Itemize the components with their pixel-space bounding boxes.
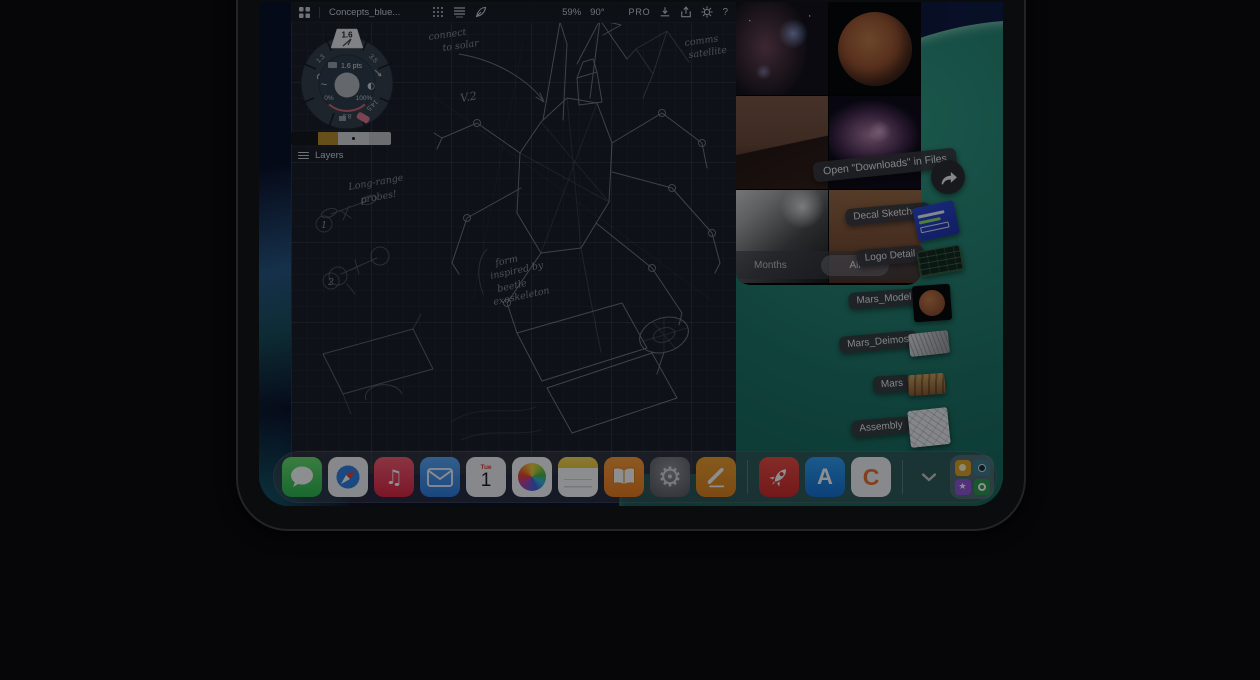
music-app-icon[interactable]: ♫ xyxy=(374,457,414,497)
drag-thumb-mars-deimos[interactable] xyxy=(908,330,950,357)
drag-thumb-mars-model[interactable] xyxy=(912,284,952,323)
open-book-icon xyxy=(612,467,636,487)
photos-flower-icon xyxy=(518,463,546,491)
dock-divider xyxy=(902,460,903,494)
drag-label[interactable]: Mars xyxy=(872,374,911,394)
app-store-icon[interactable]: A xyxy=(805,457,845,497)
drag-label[interactable]: Mars_Model xyxy=(848,288,920,310)
gear-icon: ⚙ xyxy=(658,464,682,491)
mini-camera-icon xyxy=(974,460,990,476)
envelope-icon xyxy=(427,468,453,487)
dock-divider xyxy=(747,460,748,494)
sketch-app-icon[interactable] xyxy=(696,457,736,497)
drag-label[interactable]: Logo Detail xyxy=(856,245,924,268)
music-note-icon: ♫ xyxy=(385,465,403,489)
dock: ♫ Tue 1 xyxy=(273,451,997,503)
c-letter: C xyxy=(863,464,880,491)
drag-label[interactable]: Assembly xyxy=(851,416,912,438)
calendar-app-icon[interactable]: Tue 1 xyxy=(466,457,506,497)
speech-bubble-icon xyxy=(289,465,315,489)
rocket-icon xyxy=(765,463,793,491)
compass-icon xyxy=(332,461,364,493)
stage: connect to solar comms satellite V.2 Lon… xyxy=(0,0,1260,680)
share-arrow-icon xyxy=(938,168,958,186)
chevron-down-icon xyxy=(920,472,938,482)
drag-label[interactable]: Mars_Deimos xyxy=(839,330,918,354)
calendar-day: 1 xyxy=(481,471,492,490)
notes-app-icon[interactable] xyxy=(558,457,598,497)
settings-app-icon[interactable]: ⚙ xyxy=(650,457,690,497)
ipad-screen: connect to solar comms satellite V.2 Lon… xyxy=(259,2,1003,506)
ipad-device: connect to solar comms satellite V.2 Lon… xyxy=(236,0,1026,531)
rocket-app-icon[interactable] xyxy=(759,457,799,497)
c-app-icon[interactable]: C xyxy=(851,457,891,497)
messages-app-icon[interactable] xyxy=(282,457,322,497)
notes-lines xyxy=(564,473,592,491)
pen-icon xyxy=(703,464,729,490)
mini-clock-icon xyxy=(974,479,990,495)
share-button[interactable] xyxy=(931,160,965,194)
safari-app-icon[interactable] xyxy=(328,457,368,497)
drag-thumb-logo-detail[interactable] xyxy=(916,244,964,277)
photos-app-icon[interactable] xyxy=(512,457,552,497)
chevron-down-button[interactable] xyxy=(914,457,944,497)
appstore-letter: A xyxy=(817,464,833,490)
mail-app-icon[interactable] xyxy=(420,457,460,497)
app-library-icon[interactable]: ★ xyxy=(950,455,994,499)
drag-thumb-decal-sketches[interactable] xyxy=(912,200,960,242)
drag-and-drop-layer: Open "Downloads" in Files Decal Sketches… xyxy=(259,2,1003,506)
notes-yellow-band xyxy=(558,457,598,468)
mini-star-icon: ★ xyxy=(955,479,971,495)
drag-thumb-assembly[interactable] xyxy=(907,407,951,448)
books-app-icon[interactable] xyxy=(604,457,644,497)
mini-lightbulb-icon xyxy=(955,460,971,476)
drag-thumb-mars[interactable] xyxy=(907,373,945,397)
